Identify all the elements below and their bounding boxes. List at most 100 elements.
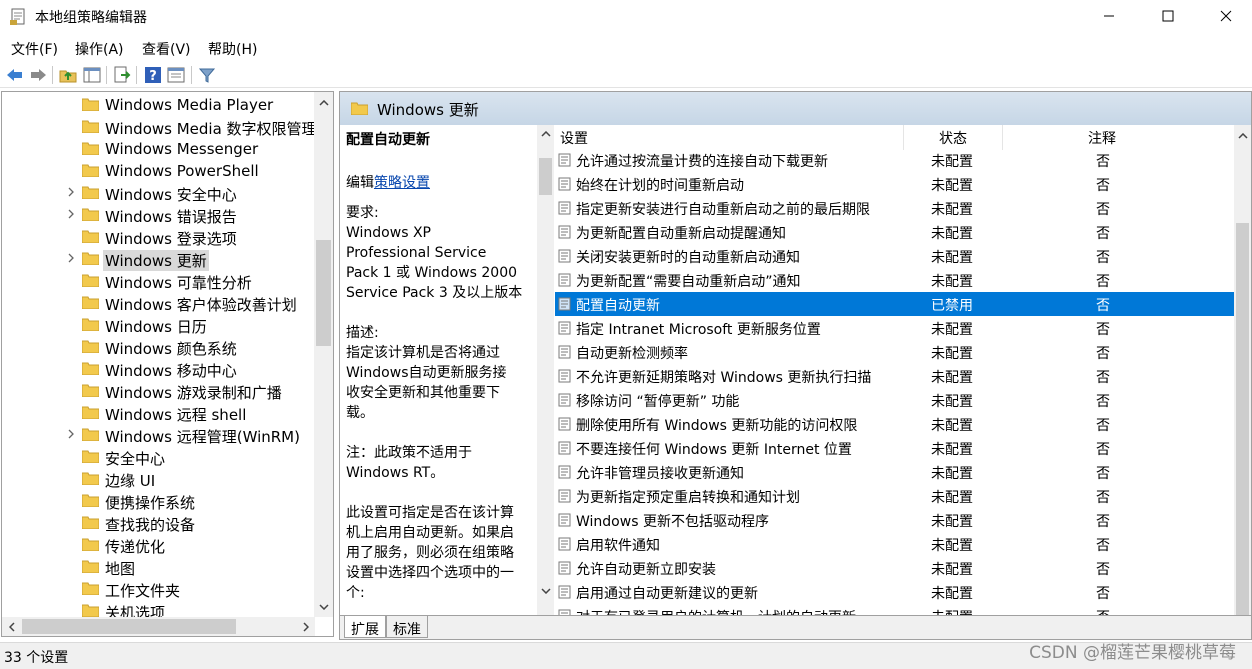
tree-item[interactable]: 便携操作系统 xyxy=(2,490,315,512)
tree-vertical-scrollbar[interactable] xyxy=(314,92,333,617)
setting-row[interactable]: Windows 更新不包括驱动程序 未配置 否 xyxy=(555,508,1235,532)
scroll-down-arrow-icon[interactable] xyxy=(315,598,332,615)
chevron-right-icon[interactable] xyxy=(66,207,76,221)
tree-item[interactable]: Windows 颜色系统 xyxy=(2,336,315,358)
setting-row[interactable]: 删除使用所有 Windows 更新功能的访问权限 未配置 否 xyxy=(555,412,1235,436)
settings-scrollbar[interactable] xyxy=(1234,125,1251,615)
menu-view[interactable]: 查看(V) xyxy=(142,39,191,59)
tree-item[interactable]: Windows 错误报告 xyxy=(2,204,315,226)
folder-icon xyxy=(82,296,99,309)
back-arrow-icon[interactable] xyxy=(5,65,25,85)
chevron-right-icon[interactable] xyxy=(66,185,76,199)
minimize-button[interactable] xyxy=(1080,0,1138,32)
scroll-up-arrow-icon[interactable] xyxy=(315,94,332,111)
forward-arrow-icon[interactable] xyxy=(28,65,48,85)
filter-icon[interactable] xyxy=(197,65,217,85)
tree-item-label: Windows 登录选项 xyxy=(105,230,237,248)
menu-file[interactable]: 文件(F) xyxy=(11,39,58,59)
chevron-right-icon[interactable] xyxy=(66,427,76,441)
setting-row[interactable]: 不要连接任何 Windows 更新 Internet 位置 未配置 否 xyxy=(555,436,1235,460)
menu-help[interactable]: 帮助(H) xyxy=(208,39,257,59)
folder-icon xyxy=(82,362,99,375)
setting-row[interactable]: 指定 Intranet Microsoft 更新服务位置 未配置 否 xyxy=(555,316,1235,340)
setting-comment: 否 xyxy=(1096,322,1110,338)
close-button[interactable] xyxy=(1197,0,1252,32)
column-header-setting[interactable]: 设置 xyxy=(555,125,905,150)
setting-row[interactable]: 不允许更新延期策略对 Windows 更新执行扫描 未配置 否 xyxy=(555,364,1235,388)
tree-item[interactable]: 边缘 UI xyxy=(2,468,315,490)
setting-row[interactable]: 自动更新检测频率 未配置 否 xyxy=(555,340,1235,364)
policy-settings-link[interactable]: 策略设置 xyxy=(374,175,430,191)
scroll-right-arrow-icon[interactable] xyxy=(297,618,314,635)
setting-row[interactable]: 允许通过按流量计费的连接自动下载更新 未配置 否 xyxy=(555,148,1235,172)
column-header-state[interactable]: 状态 xyxy=(904,125,1002,150)
setting-name: 始终在计划的时间重新启动 xyxy=(576,178,744,194)
setting-row[interactable]: 对于有已登录用户的计算机，计划的自动更新 未配置 否 xyxy=(555,604,1235,615)
tree-item-label: 关机选项 xyxy=(105,604,166,617)
setting-row[interactable]: 配置自动更新 已禁用 否 xyxy=(555,292,1235,316)
tree-item[interactable]: Windows 登录选项 xyxy=(2,226,315,248)
setting-row[interactable]: 启用通过自动更新建议的更新 未配置 否 xyxy=(555,580,1235,604)
tree-item-label: Windows PowerShell xyxy=(105,162,259,180)
maximize-icon xyxy=(1162,10,1174,22)
tree-item[interactable]: Windows PowerShell xyxy=(2,160,315,182)
setting-row[interactable]: 始终在计划的时间重新启动 未配置 否 xyxy=(555,172,1235,196)
tab-standard[interactable]: 标准 xyxy=(386,616,428,638)
tree-item-label: Windows 游戏录制和广播 xyxy=(105,384,282,402)
help-icon[interactable]: ? xyxy=(143,65,163,85)
setting-row[interactable]: 关闭安装更新时的自动重新启动通知 未配置 否 xyxy=(555,244,1235,268)
tree-horizontal-scroll-thumb[interactable] xyxy=(22,619,236,634)
tree-item[interactable]: 工作文件夹 xyxy=(2,578,315,600)
tree-item[interactable]: Windows 移动中心 xyxy=(2,358,315,380)
menu-action[interactable]: 操作(A) xyxy=(75,39,124,59)
up-folder-icon[interactable] xyxy=(58,65,78,85)
toolbar: ? xyxy=(0,62,1252,88)
tree-item[interactable]: 查找我的设备 xyxy=(2,512,315,534)
scroll-left-arrow-icon[interactable] xyxy=(3,618,20,635)
tree-item[interactable]: Windows 更新 xyxy=(2,248,315,271)
setting-row[interactable]: 指定更新安装进行自动重新启动之前的最后期限 未配置 否 xyxy=(555,196,1235,220)
description-scrollbar[interactable] xyxy=(537,125,554,615)
scroll-up-arrow-icon[interactable] xyxy=(537,125,554,142)
tree-item[interactable]: Windows 安全中心 xyxy=(2,182,315,204)
tree-item-label: Windows Media Player xyxy=(105,96,274,114)
tree-item[interactable]: Windows 游戏录制和广播 xyxy=(2,380,315,402)
tree-item[interactable]: Windows Media Player xyxy=(2,94,315,116)
tree-item[interactable]: 地图 xyxy=(2,556,315,578)
tree-item[interactable]: Windows Media 数字权限管理 xyxy=(2,116,315,138)
menu-bar: 文件(F) 操作(A) 查看(V) 帮助(H) xyxy=(0,37,1252,59)
setting-comment: 否 xyxy=(1096,274,1110,290)
tree-item[interactable]: 安全中心 xyxy=(2,446,315,468)
tree-item[interactable]: Windows Messenger xyxy=(2,138,315,160)
properties-icon[interactable] xyxy=(166,65,186,85)
settings-scroll-thumb[interactable] xyxy=(1236,223,1249,615)
setting-row[interactable]: 为更新指定预定重启转换和通知计划 未配置 否 xyxy=(555,484,1235,508)
maximize-button[interactable] xyxy=(1139,0,1197,32)
tree-horizontal-scrollbar[interactable] xyxy=(2,617,315,636)
tree-item[interactable]: 关机选项 xyxy=(2,600,315,617)
tree-item[interactable]: Windows 远程管理(WinRM) xyxy=(2,424,315,446)
column-header-comment[interactable]: 注释 xyxy=(1003,125,1234,150)
setting-row[interactable]: 为更新配置“需要自动重新启动”通知 未配置 否 xyxy=(555,268,1235,292)
tree-item[interactable]: 传递优化 xyxy=(2,534,315,556)
export-list-icon[interactable] xyxy=(112,65,132,85)
tree-item[interactable]: Windows 远程 shell xyxy=(2,402,315,424)
tree-item[interactable]: Windows 可靠性分析 xyxy=(2,270,315,292)
tree-item[interactable]: Windows 客户体验改善计划 xyxy=(2,292,315,314)
description-scroll-thumb[interactable] xyxy=(539,158,552,195)
chevron-right-icon[interactable] xyxy=(66,251,76,265)
setting-row[interactable]: 启用软件通知 未配置 否 xyxy=(555,532,1235,556)
tree-item[interactable]: Windows 日历 xyxy=(2,314,315,336)
show-hide-tree-icon[interactable] xyxy=(82,65,102,85)
scroll-up-arrow-icon[interactable] xyxy=(1234,127,1251,144)
setting-row[interactable]: 允许非管理员接收更新通知 未配置 否 xyxy=(555,460,1235,484)
tree-vertical-scroll-thumb[interactable] xyxy=(316,240,331,346)
scroll-down-arrow-icon[interactable] xyxy=(537,582,554,599)
policy-editor-icon xyxy=(10,8,25,25)
setting-row[interactable]: 允许自动更新立即安装 未配置 否 xyxy=(555,556,1235,580)
policy-tree[interactable]: Windows Media Player Windows Media 数字权限管理… xyxy=(1,91,334,637)
setting-row[interactable]: 移除访问 “暂停更新” 功能 未配置 否 xyxy=(555,388,1235,412)
setting-state: 未配置 xyxy=(931,154,973,170)
setting-row[interactable]: 为更新配置自动重新启动提醒通知 未配置 否 xyxy=(555,220,1235,244)
tab-extended[interactable]: 扩展 xyxy=(344,616,386,638)
